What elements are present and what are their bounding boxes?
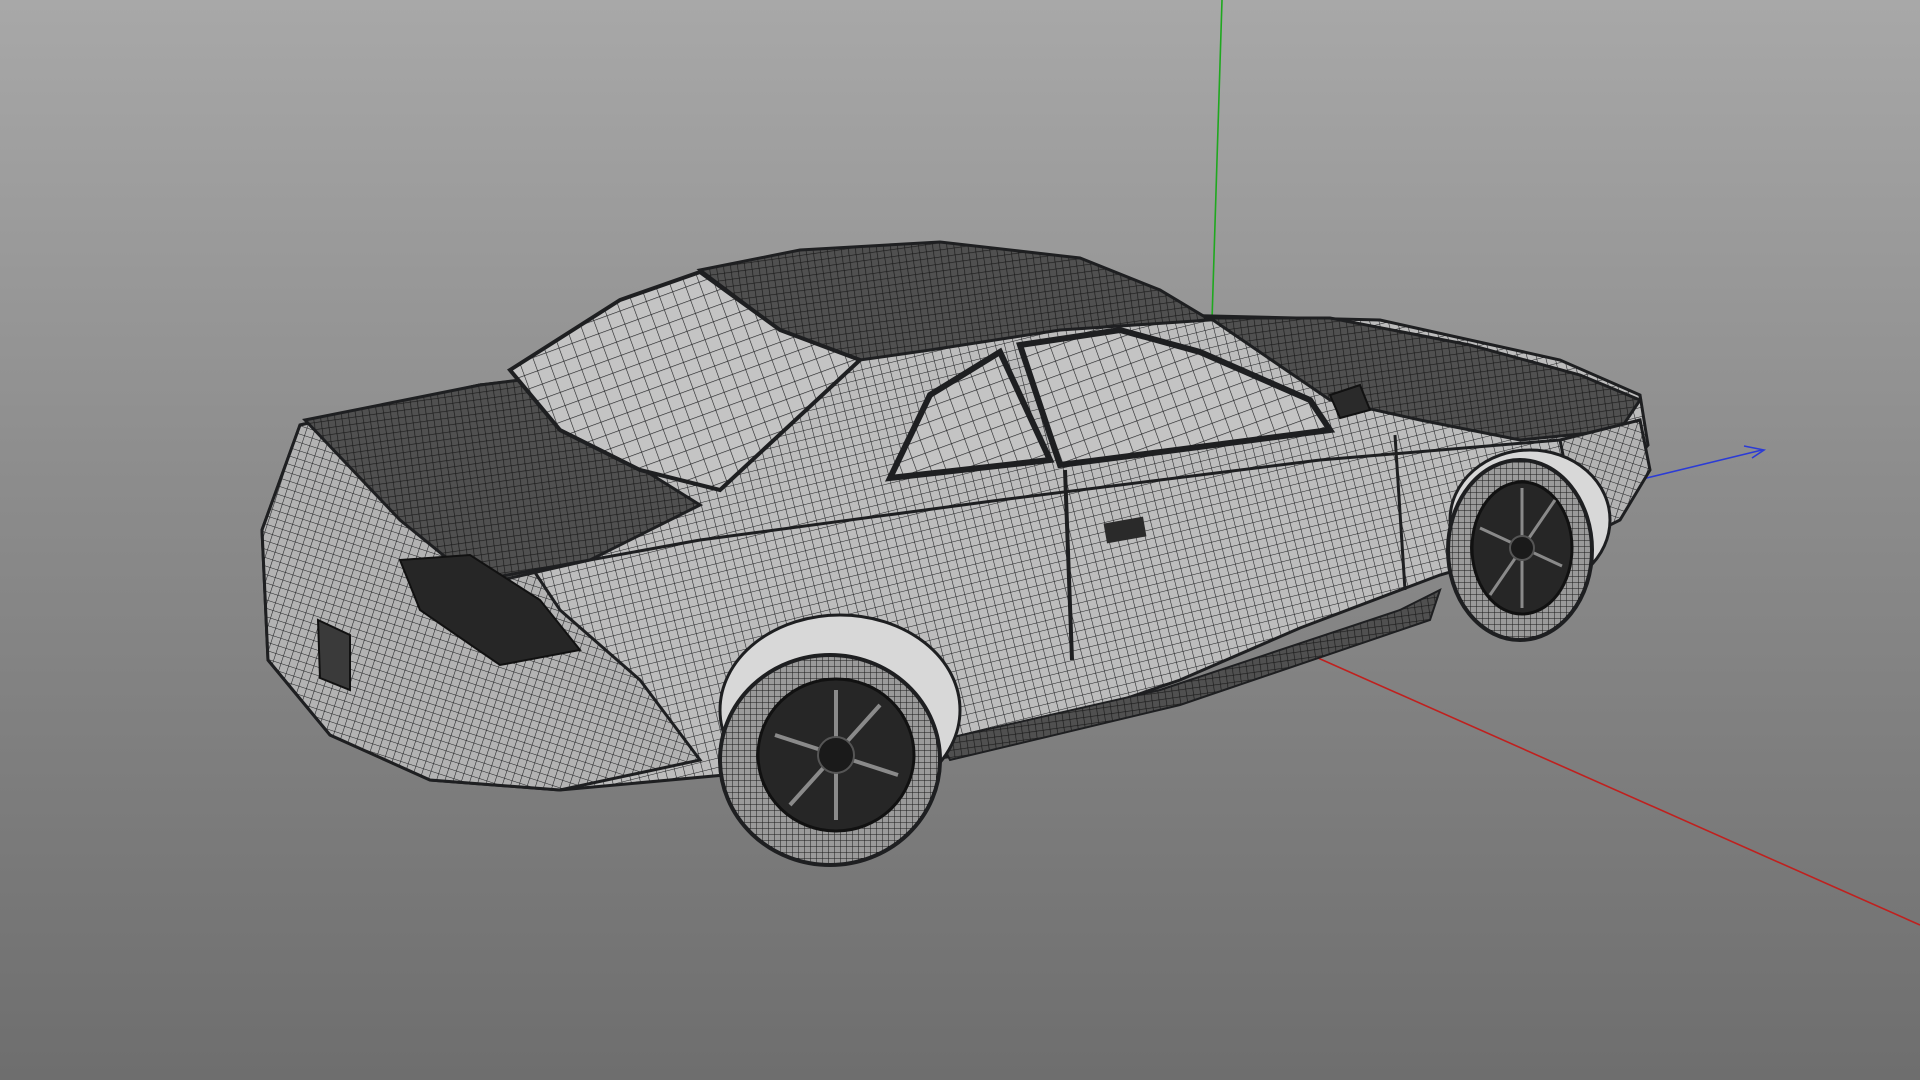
front-hub — [1509, 535, 1535, 561]
x-axis-line — [1299, 649, 1920, 926]
car-wireframe-model[interactable] — [260, 240, 1652, 867]
car-front-wheel — [1446, 448, 1612, 642]
viewport-scene — [260, 0, 1920, 926]
car-rear-wheel — [718, 613, 962, 867]
y-axis-line — [1211, 0, 1223, 321]
rear-hub — [817, 736, 855, 774]
3d-viewport[interactable] — [0, 0, 1920, 1080]
